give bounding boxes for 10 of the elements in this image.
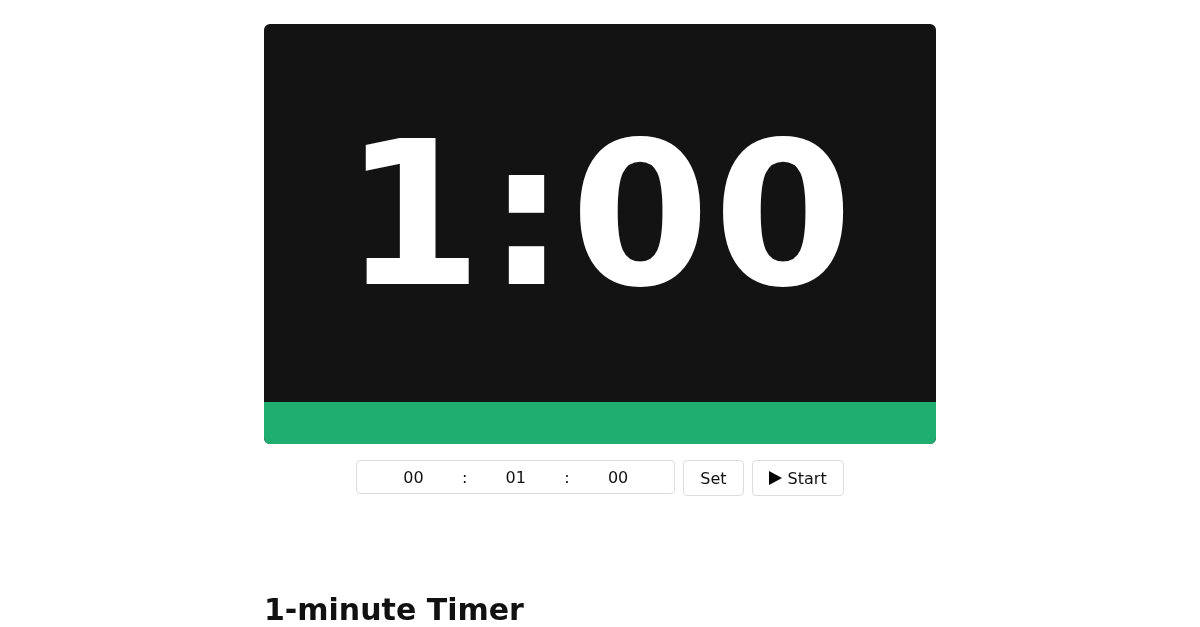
timer-display: 1:00 xyxy=(343,115,857,315)
time-separator: : xyxy=(564,467,570,487)
play-icon xyxy=(768,471,782,485)
page-heading: 1-minute Timer xyxy=(264,592,525,627)
set-button[interactable]: Set xyxy=(683,460,744,496)
time-field[interactable]: 00 xyxy=(586,466,651,488)
start-button[interactable]: Start xyxy=(751,460,844,496)
time-field[interactable]: 00 xyxy=(381,466,446,488)
time-separator: : xyxy=(461,467,468,487)
time-field[interactable]: 01 xyxy=(483,466,548,488)
